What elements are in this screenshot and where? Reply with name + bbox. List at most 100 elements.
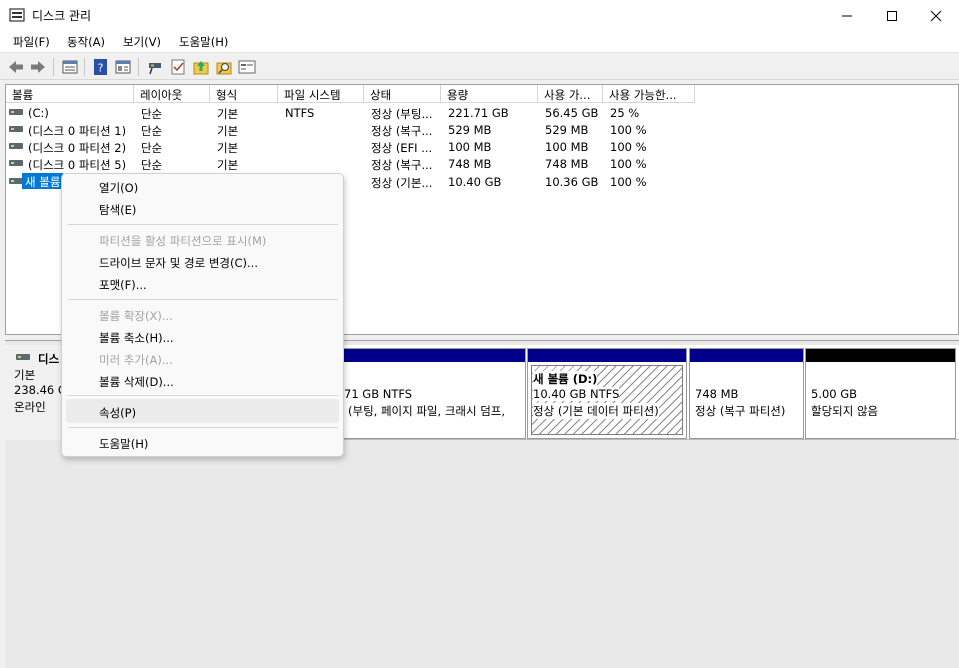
- partition-new-volume-d[interactable]: 새 볼륨 (D:) 10.40 GB NTFS 정상 (기본 데이터 파티션): [527, 348, 687, 439]
- menu-help[interactable]: 도움말(H): [179, 34, 228, 50]
- properties-icon[interactable]: [114, 58, 132, 76]
- volume-free-space: 748 MB: [545, 157, 589, 171]
- find-icon[interactable]: [215, 58, 233, 76]
- menu-item-explore[interactable]: 탐색(E): [99, 202, 136, 218]
- column-header-volume[interactable]: 볼륨: [6, 85, 134, 103]
- column-header-capacity[interactable]: 용량: [441, 85, 538, 103]
- column-header-percent-free[interactable]: 사용 가능한...: [603, 85, 695, 103]
- toolbar: ?: [0, 54, 959, 80]
- forward-arrow-icon[interactable]: [29, 58, 47, 76]
- partition-status: 정상 (복구 파티션): [695, 404, 786, 418]
- menu-item-add-mirror[interactable]: 미러 추가(A)...: [99, 352, 173, 368]
- maximize-icon: [887, 11, 897, 21]
- volume-name: (디스크 0 파티션 1): [28, 124, 127, 138]
- minimize-button[interactable]: [824, 0, 870, 31]
- disk-list-icon[interactable]: [61, 58, 79, 76]
- context-menu: 열기(O) 탐색(E) 파티션을 활성 파티션으로 표시(M) 드라이브 문자 …: [61, 173, 344, 457]
- volume-row-c[interactable]: (C:) 단순 기본 NTFS 정상 (부팅... 221.71 GB 56.4…: [6, 104, 958, 121]
- partition-bar: [528, 349, 686, 362]
- volume-layout: 단순: [141, 107, 163, 121]
- partition-status: 정상 (기본 데이터 파티션): [533, 403, 659, 419]
- column-header-status[interactable]: 상태: [364, 85, 441, 103]
- disk-0-info[interactable]: 디스 기본 238.46 G 온라인: [5, 345, 67, 440]
- menu-separator: [68, 299, 338, 300]
- partition-title: 새 볼륨 (D:): [533, 371, 598, 387]
- menu-view[interactable]: 보기(V): [123, 34, 161, 50]
- disk-name: 디스: [38, 352, 60, 366]
- column-header-type[interactable]: 형식: [210, 85, 278, 103]
- column-header-file-system[interactable]: 파일 시스템: [278, 85, 364, 103]
- menu-item-mark-active[interactable]: 파티션을 활성 파티션으로 표시(M): [99, 233, 266, 249]
- disk-type: 기본: [14, 368, 36, 382]
- menu-item-shrink-volume[interactable]: 볼륨 축소(H)...: [99, 330, 174, 346]
- partition-recovery[interactable]: 748 MB 정상 (복구 파티션): [689, 348, 804, 439]
- volume-status: 정상 (EFI ...: [371, 141, 433, 155]
- settings-icon[interactable]: [238, 58, 256, 76]
- menu-bar: 파일(F) 동작(A) 보기(V) 도움말(H): [0, 31, 959, 53]
- maximize-button[interactable]: [869, 0, 915, 31]
- menu-item-extend-volume[interactable]: 볼륨 확장(X)...: [99, 308, 173, 324]
- volume-icon: [9, 160, 23, 166]
- volume-layout: 단순: [141, 158, 163, 172]
- volume-row-partition-2[interactable]: (디스크 0 파티션 2) 단순 기본 정상 (EFI ... 100 MB 1…: [6, 138, 958, 155]
- volume-row-partition-1[interactable]: (디스크 0 파티션 1) 단순 기본 정상 (복구... 529 MB 529…: [6, 121, 958, 138]
- volume-type: 기본: [217, 141, 239, 155]
- partition-size: 5.00 GB: [811, 387, 858, 401]
- column-header-layout[interactable]: 레이아웃: [134, 85, 210, 103]
- volume-free-space: 56.45 GB: [545, 106, 599, 120]
- volume-capacity: 100 MB: [448, 140, 492, 154]
- partition-size: 71 GB NTFS: [344, 387, 413, 401]
- volume-percent-free: 100 %: [610, 157, 647, 171]
- rescan-icon[interactable]: [192, 58, 210, 76]
- volume-percent-free: 100 %: [610, 175, 647, 189]
- menu-item-delete-volume[interactable]: 볼륨 삭제(D)...: [99, 374, 174, 390]
- close-button[interactable]: [913, 0, 959, 31]
- volume-icon: [9, 143, 23, 149]
- volume-row-partition-5[interactable]: (디스크 0 파티션 5) 단순 기본 정상 (복구... 748 MB 748…: [6, 155, 958, 172]
- partition-bar: [806, 349, 955, 362]
- menu-item-change-drive-letter[interactable]: 드라이브 문자 및 경로 변경(C)...: [99, 255, 258, 271]
- volume-type: 기본: [217, 124, 239, 138]
- menu-separator: [68, 224, 338, 225]
- volume-name: (디스크 0 파티션 2): [28, 141, 127, 155]
- volume-status: 정상 (복구...: [371, 158, 433, 172]
- partition-unallocated[interactable]: 5.00 GB 할당되지 않음: [805, 348, 956, 439]
- volume-layout: 단순: [141, 141, 163, 155]
- menu-item-help[interactable]: 도움말(H): [99, 436, 148, 452]
- back-arrow-icon[interactable]: [7, 58, 25, 76]
- volume-layout: 단순: [141, 124, 163, 138]
- menu-item-open[interactable]: 열기(O): [99, 180, 138, 196]
- column-header-free-space[interactable]: 사용 가...: [538, 85, 603, 103]
- volume-icon: [9, 126, 23, 132]
- volume-file-system: NTFS: [285, 106, 315, 120]
- volume-name-selected: 새 볼륨: [22, 173, 64, 189]
- svg-text:?: ?: [98, 62, 104, 75]
- close-icon: [930, 10, 942, 22]
- volume-capacity: 529 MB: [448, 123, 492, 137]
- volume-type: 기본: [217, 158, 239, 172]
- menu-item-format[interactable]: 포맷(F)...: [99, 277, 147, 293]
- menu-file[interactable]: 파일(F): [13, 34, 50, 50]
- title-bar: 디스크 관리: [0, 0, 959, 31]
- volume-status: 정상 (부팅...: [371, 107, 433, 121]
- partition-status: 할당되지 않음: [811, 404, 879, 418]
- help-icon[interactable]: ?: [92, 58, 110, 76]
- volume-percent-free: 100 %: [610, 123, 647, 137]
- disk-size: 238.46 G: [14, 383, 67, 397]
- volume-capacity: 748 MB: [448, 157, 492, 171]
- volume-status: 정상 (기본...: [371, 176, 433, 190]
- volume-name: (C:): [28, 106, 49, 120]
- menu-action[interactable]: 동작(A): [67, 34, 105, 50]
- partition-bar: [690, 349, 803, 362]
- minimize-icon: [842, 15, 852, 17]
- menu-item-properties[interactable]: 속성(P): [99, 405, 136, 421]
- volume-percent-free: 25 %: [610, 106, 640, 120]
- connect-icon[interactable]: [146, 58, 164, 76]
- check-icon[interactable]: [169, 58, 187, 76]
- volume-capacity: 221.71 GB: [448, 106, 509, 120]
- toolbar-separator: [53, 58, 54, 76]
- partition-size: 748 MB: [695, 387, 739, 401]
- toolbar-separator: [138, 58, 139, 76]
- volume-percent-free: 100 %: [610, 140, 647, 154]
- volume-name: (디스크 0 파티션 5): [28, 158, 127, 172]
